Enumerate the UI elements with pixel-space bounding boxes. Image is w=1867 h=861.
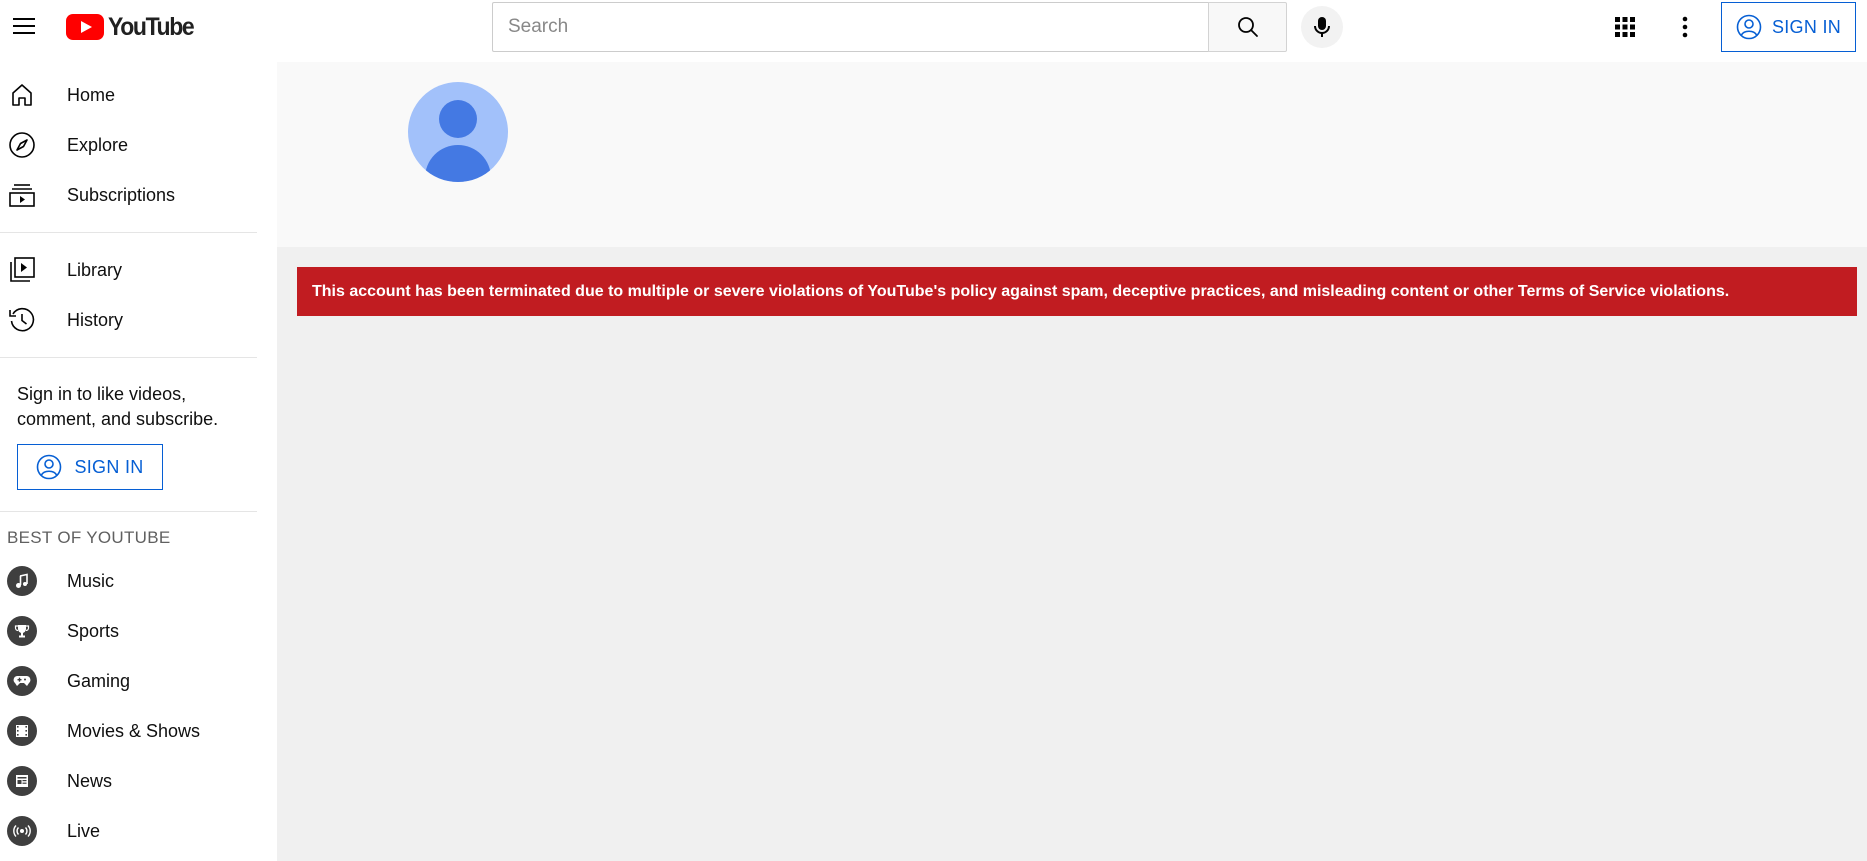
sidebar-item-movies-shows[interactable]: Movies & Shows [0, 706, 277, 756]
history-icon [7, 305, 37, 335]
sidebar-item-history[interactable]: History [0, 295, 277, 345]
sidebar-item-music[interactable]: Music [0, 556, 277, 606]
home-icon [7, 80, 37, 110]
sidebar-item-subscriptions[interactable]: Subscriptions [0, 170, 277, 220]
microphone-icon [1314, 17, 1330, 37]
avatar-body [425, 145, 491, 182]
logo-wordmark: YouTube [108, 12, 195, 41]
sidebar-item-library[interactable]: Library [0, 245, 277, 295]
library-icon [7, 255, 37, 285]
sidebar-divider [0, 357, 257, 358]
sidebar-divider [0, 511, 257, 512]
sidebar-item-label: Library [67, 259, 123, 280]
termination-message: This account has been terminated due to … [312, 282, 1730, 300]
search-bar [492, 2, 1287, 52]
apps-button[interactable] [1604, 6, 1646, 48]
search-button[interactable] [1208, 2, 1287, 52]
sign-in-label: SIGN IN [1771, 16, 1842, 37]
voice-search-button[interactable] [1301, 6, 1343, 48]
sidebar-item-live[interactable]: Live [0, 806, 277, 856]
sign-in-button[interactable]: SIGN IN [1721, 2, 1856, 52]
best-of-youtube-heading: BEST OF YOUTUBE [7, 528, 171, 547]
compass-icon [7, 130, 37, 160]
subscriptions-icon [7, 180, 37, 210]
newspaper-icon [7, 766, 37, 796]
sidebar-item-home[interactable]: Home [0, 70, 277, 120]
live-icon [7, 816, 37, 846]
more-vertical-icon [1682, 16, 1688, 38]
channel-page: This account has been terminated due to … [277, 62, 1867, 861]
sign-in-label: SIGN IN [74, 456, 144, 477]
gamepad-icon [7, 666, 37, 696]
sidebar-item-label: Explore [67, 134, 129, 155]
account-terminated-alert: This account has been terminated due to … [297, 267, 1857, 316]
search-input[interactable] [492, 2, 1208, 52]
menu-icon[interactable] [4, 6, 44, 46]
avatar-head [439, 100, 477, 138]
trophy-icon [7, 616, 37, 646]
account-icon [1736, 14, 1762, 40]
sign-in-prompt: Sign in to like videos, comment, and sub… [17, 384, 219, 429]
settings-menu-button[interactable] [1664, 6, 1706, 48]
search-icon [1237, 17, 1258, 37]
film-icon [7, 716, 37, 746]
sidebar-item-label: Gaming [67, 670, 131, 691]
sign-in-promo: Sign in to like videos, comment, and sub… [0, 370, 277, 490]
sidebar-item-label: News [67, 770, 113, 791]
apps-grid-icon [1615, 17, 1635, 37]
channel-avatar [408, 82, 508, 182]
sidebar-item-label: Live [67, 820, 101, 841]
music-icon [7, 566, 37, 596]
sidebar-item-label: History [67, 309, 124, 330]
sidebar-sign-in-button[interactable]: SIGN IN [17, 444, 163, 490]
account-icon [37, 454, 62, 480]
sidebar-item-news[interactable]: News [0, 756, 277, 806]
sidebar-divider [0, 232, 257, 233]
sidebar-item-label: Music [67, 570, 115, 591]
sidebar-item-label: Movies & Shows [67, 720, 201, 741]
channel-header [277, 62, 1867, 247]
sidebar-item-label: Sports [67, 620, 120, 641]
sidebar-item-explore[interactable]: Explore [0, 120, 277, 170]
sidebar-item-label: Home [67, 84, 116, 105]
sidebar-item-sports[interactable]: Sports [0, 606, 277, 656]
youtube-logo[interactable]: YouTube [66, 13, 201, 41]
sidebar-item-label: Subscriptions [67, 184, 176, 205]
sidebar: Home Explore Subscriptions Library Histo… [0, 62, 277, 861]
youtube-play-icon [66, 14, 104, 40]
sidebar-item-gaming[interactable]: Gaming [0, 656, 277, 706]
top-bar: YouTube Search SIGN IN [0, 0, 1867, 62]
